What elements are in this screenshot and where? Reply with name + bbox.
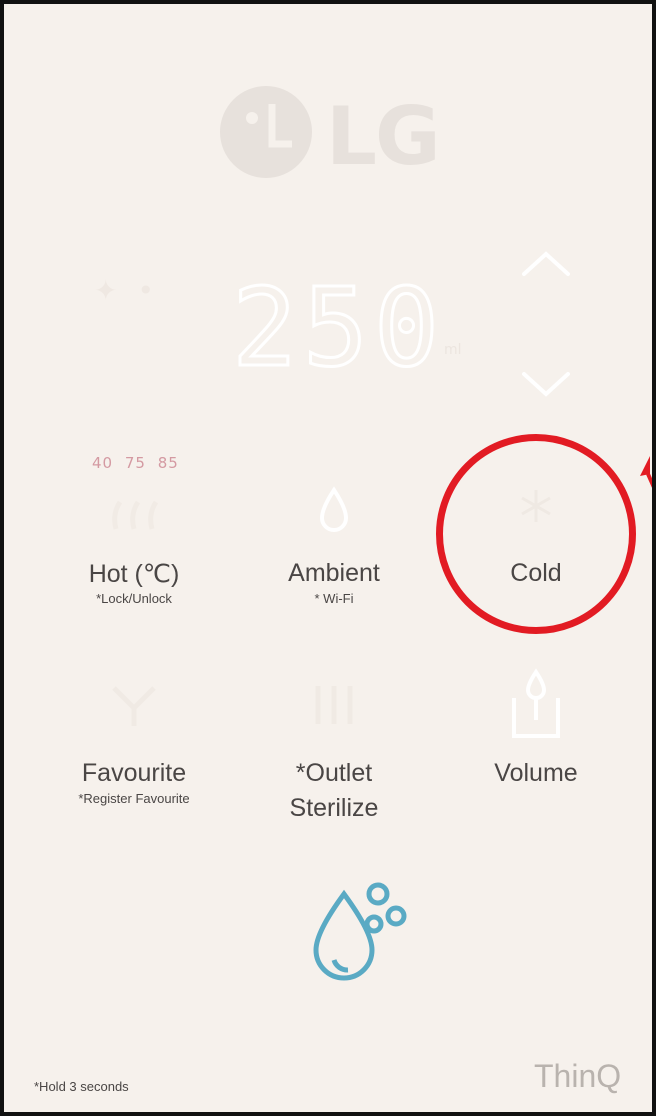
favourite-button-sub: *Register Favourite bbox=[78, 791, 190, 806]
dispenser-control-panel: LG ✦• 250 ml 40 75 85 Hot (℃) *Lock/Unlo… bbox=[0, 0, 656, 1116]
chevron-down-icon bbox=[522, 372, 570, 397]
volume-unit: ml bbox=[444, 342, 462, 358]
ambient-button-sub: * Wi-Fi bbox=[314, 591, 354, 606]
water-drop-icon bbox=[319, 486, 349, 532]
hot-button[interactable]: Hot (℃) *Lock/Unlock bbox=[54, 484, 214, 634]
thinq-logo: ThinQ bbox=[534, 1058, 622, 1094]
hot-button-sub: *Lock/Unlock bbox=[96, 591, 172, 606]
volume-button-label: Volume bbox=[494, 759, 578, 787]
hot-temperature-options: 40 75 85 bbox=[92, 454, 179, 472]
highlight-arrow-icon bbox=[640, 456, 652, 488]
volume-button[interactable]: Volume bbox=[456, 664, 616, 814]
volume-cup-icon bbox=[512, 668, 560, 738]
dispense-drop-icon bbox=[313, 882, 407, 981]
highlight-circle bbox=[436, 434, 636, 634]
hold-note: *Hold 3 seconds bbox=[34, 1079, 129, 1094]
volume-down-button[interactable] bbox=[516, 364, 576, 404]
lg-face-logo-icon bbox=[220, 86, 312, 178]
volume-display: 250 bbox=[230, 265, 446, 393]
brand-logo-text: LG bbox=[326, 90, 441, 183]
volume-up-button[interactable] bbox=[516, 244, 576, 284]
favourite-button[interactable]: Favourite *Register Favourite bbox=[54, 674, 214, 824]
chevron-up-icon bbox=[522, 251, 570, 276]
sterilize-icon bbox=[315, 686, 353, 724]
outlet-sterilize-label-2: Sterilize bbox=[289, 794, 379, 822]
status-indicator-icons: ✦• bbox=[94, 274, 174, 307]
favourite-button-label: Favourite bbox=[81, 759, 187, 787]
hot-button-label: Hot (℃) bbox=[88, 560, 180, 588]
ambient-button-label: Ambient bbox=[288, 559, 380, 587]
favourite-cup-icon bbox=[112, 686, 156, 726]
lg-logo: LG bbox=[216, 82, 466, 192]
outlet-sterilize-button[interactable]: *Outlet Sterilize bbox=[254, 674, 414, 834]
ambient-button[interactable]: Ambient * Wi-Fi bbox=[254, 484, 414, 634]
dispense-button[interactable] bbox=[294, 864, 424, 994]
outlet-sterilize-label-1: *Outlet bbox=[295, 759, 373, 787]
hot-water-icon bbox=[112, 500, 159, 530]
